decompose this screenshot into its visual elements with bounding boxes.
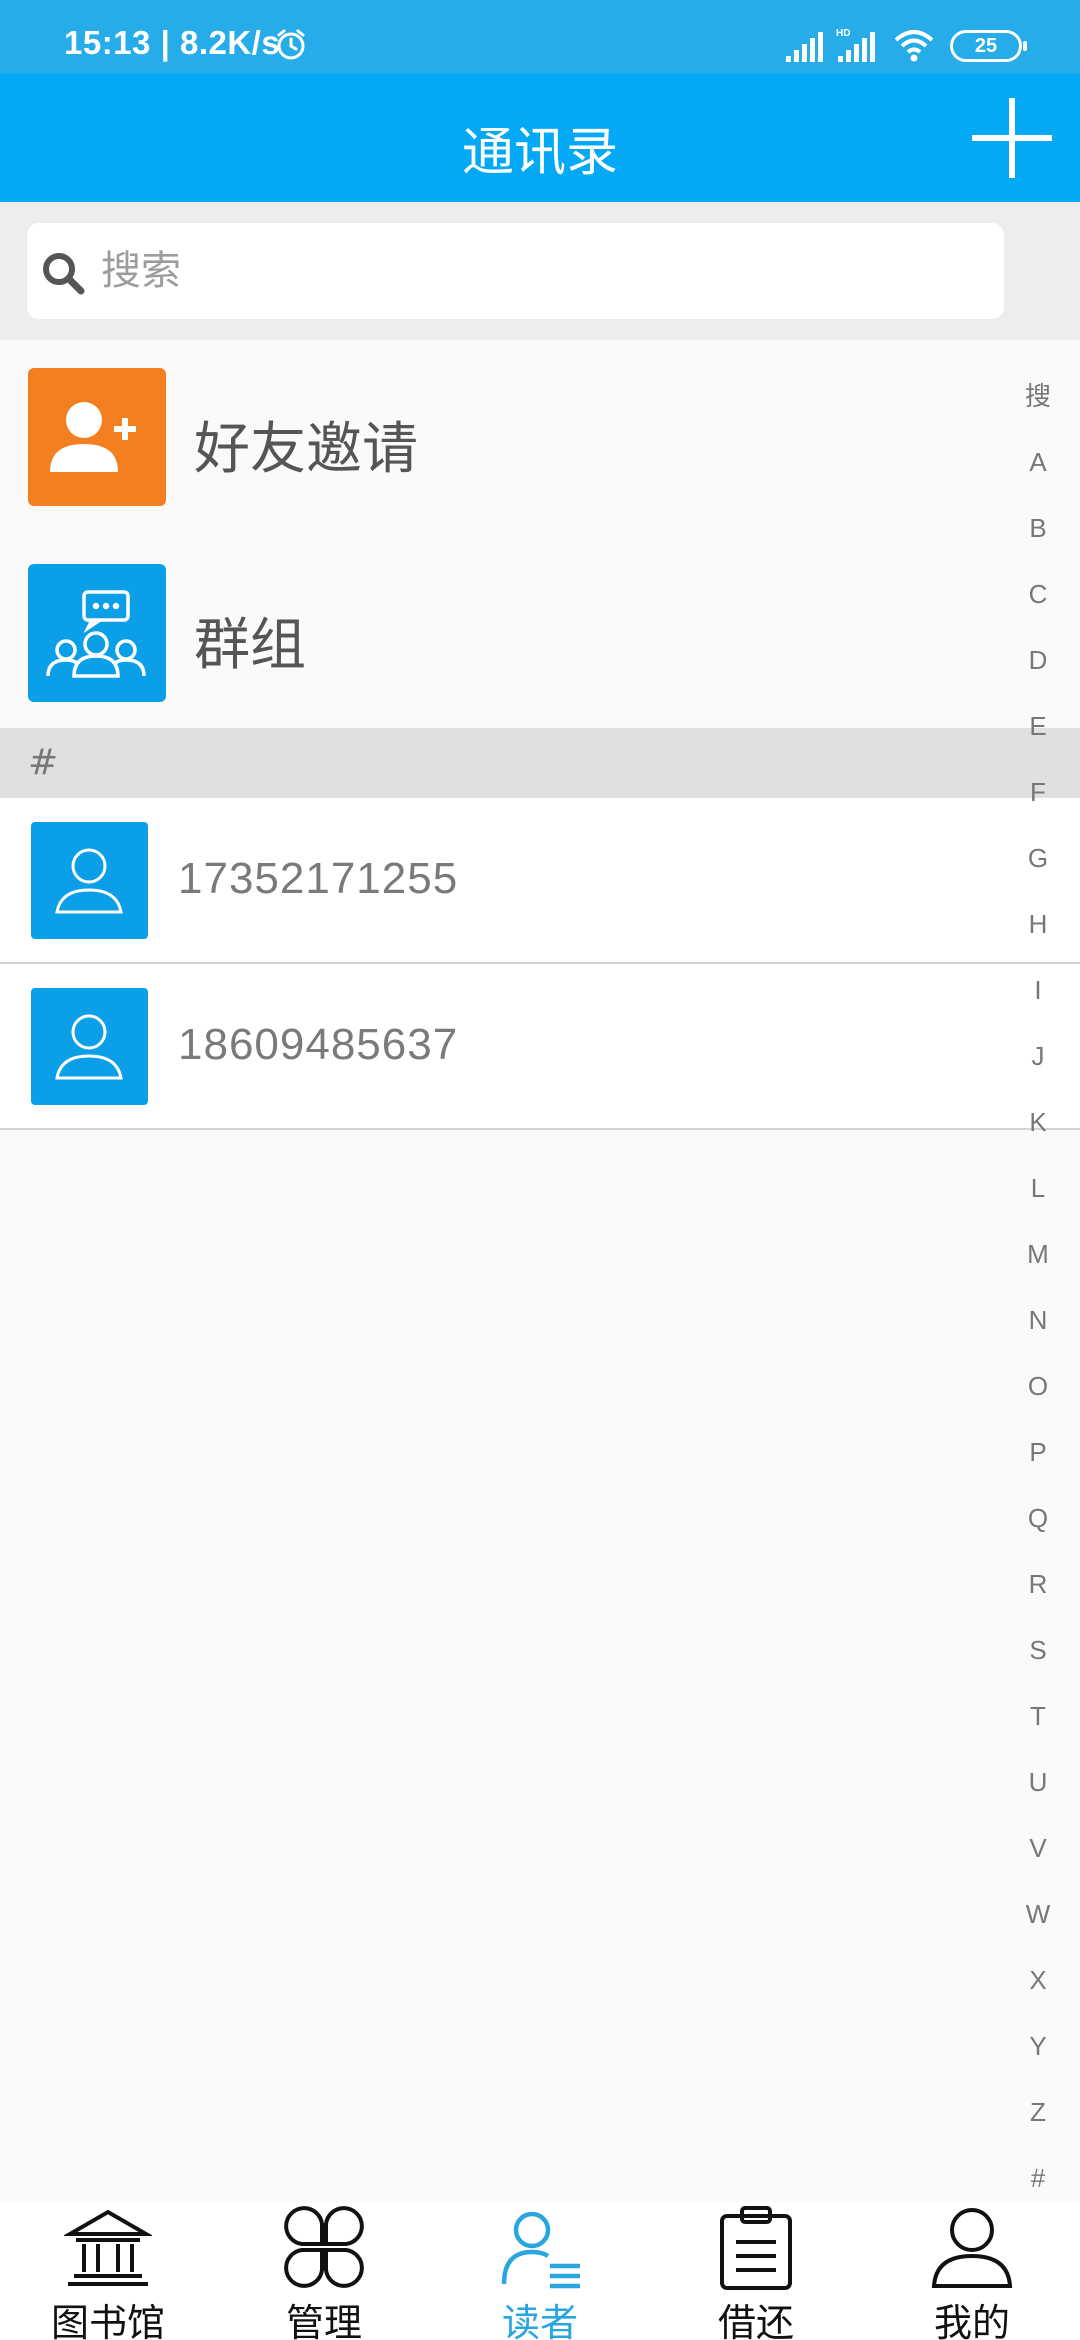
index-letter[interactable]: M bbox=[1008, 1232, 1068, 1298]
group-entry[interactable]: 群组 bbox=[0, 564, 1000, 714]
borrow-return-icon bbox=[720, 2206, 792, 2290]
search-box[interactable] bbox=[27, 223, 1004, 319]
avatar bbox=[31, 822, 148, 939]
contact-name: 18609485637 bbox=[178, 1020, 459, 1069]
alarm-icon bbox=[277, 29, 305, 60]
index-letter[interactable]: J bbox=[1008, 1034, 1068, 1100]
group-chat-icon bbox=[28, 564, 166, 702]
index-letter[interactable]: Y bbox=[1008, 2024, 1068, 2090]
avatar bbox=[31, 988, 148, 1105]
library-icon bbox=[64, 2209, 152, 2286]
nav-reader[interactable]: 读者 bbox=[432, 2202, 648, 2340]
index-letter[interactable]: D bbox=[1008, 638, 1068, 704]
plus-icon[interactable] bbox=[966, 92, 1058, 184]
add-friend-icon bbox=[28, 368, 166, 506]
search-icon bbox=[43, 253, 85, 295]
status-time: 15:13 | 8.2K/s bbox=[64, 24, 281, 61]
nav-label: 我的 bbox=[933, 2301, 1010, 2340]
index-letter[interactable]: T bbox=[1008, 1694, 1068, 1760]
index-letter[interactable]: A bbox=[1008, 440, 1068, 506]
nav-label: 管理 bbox=[285, 2301, 362, 2340]
app-header: 通讯录 bbox=[0, 74, 1080, 202]
search-input[interactable] bbox=[101, 241, 981, 301]
contact-row[interactable]: 18609485637 bbox=[0, 964, 1080, 1130]
index-letter[interactable]: S bbox=[1008, 1628, 1068, 1694]
nav-borrow-return[interactable]: 借还 bbox=[648, 2202, 864, 2340]
index-letter[interactable]: V bbox=[1008, 1826, 1068, 1892]
index-letter[interactable]: L bbox=[1008, 1166, 1068, 1232]
friend-invite-label: 好友邀请 bbox=[194, 417, 418, 482]
battery-icon: 25 bbox=[950, 30, 1027, 62]
status-bar: 15:13 | 8.2K/s HD 25 bbox=[0, 0, 1080, 74]
page-title: 通讯录 bbox=[461, 123, 618, 183]
nav-label: 图书馆 bbox=[50, 2301, 165, 2340]
section-header: # bbox=[0, 728, 1080, 798]
section-label: # bbox=[28, 742, 59, 783]
index-letter[interactable]: Z bbox=[1008, 2090, 1068, 2156]
profile-icon bbox=[931, 2208, 1013, 2288]
index-letter[interactable]: C bbox=[1008, 572, 1068, 638]
index-letter[interactable]: N bbox=[1008, 1298, 1068, 1364]
signal-icon bbox=[786, 32, 823, 62]
manage-icon bbox=[284, 2206, 364, 2288]
index-letter[interactable]: E bbox=[1008, 704, 1068, 770]
index-letter[interactable]: I bbox=[1008, 968, 1068, 1034]
index-letter[interactable]: 搜 bbox=[1008, 374, 1068, 440]
index-letter[interactable]: B bbox=[1008, 506, 1068, 572]
index-letter[interactable]: H bbox=[1008, 902, 1068, 968]
alphabet-index[interactable]: 搜 A B C D E F G H I J K L M N O P Q R S T U V W X Y Z # bbox=[1008, 374, 1068, 2222]
reader-icon bbox=[501, 2211, 580, 2289]
index-letter[interactable]: U bbox=[1008, 1760, 1068, 1826]
search-bar bbox=[0, 202, 1080, 340]
index-letter[interactable]: G bbox=[1008, 836, 1068, 902]
index-letter[interactable]: Q bbox=[1008, 1496, 1068, 1562]
index-letter[interactable]: K bbox=[1008, 1100, 1068, 1166]
group-label: 群组 bbox=[194, 613, 306, 678]
index-letter[interactable]: R bbox=[1008, 1562, 1068, 1628]
nav-label: 借还 bbox=[717, 2301, 794, 2340]
friend-invite-entry[interactable]: 好友邀请 bbox=[0, 368, 1000, 518]
index-letter[interactable]: O bbox=[1008, 1364, 1068, 1430]
nav-profile[interactable]: 我的 bbox=[864, 2202, 1080, 2340]
nav-label: 读者 bbox=[501, 2301, 578, 2340]
index-letter[interactable]: X bbox=[1008, 1958, 1068, 2024]
index-letter[interactable]: W bbox=[1008, 1892, 1068, 1958]
contact-name: 17352171255 bbox=[178, 854, 459, 903]
contact-row[interactable]: 17352171255 bbox=[0, 798, 1080, 964]
signal-hd-icon: HD bbox=[836, 28, 875, 62]
nav-library[interactable]: 图书馆 bbox=[0, 2202, 216, 2340]
index-letter[interactable]: P bbox=[1008, 1430, 1068, 1496]
wifi-icon bbox=[894, 30, 934, 62]
hd-label: HD bbox=[836, 28, 850, 39]
index-letter[interactable]: F bbox=[1008, 770, 1068, 836]
nav-manage[interactable]: 管理 bbox=[216, 2202, 432, 2340]
bottom-nav: 图书馆 管理 读者 借还 我的 bbox=[0, 2202, 1080, 2340]
